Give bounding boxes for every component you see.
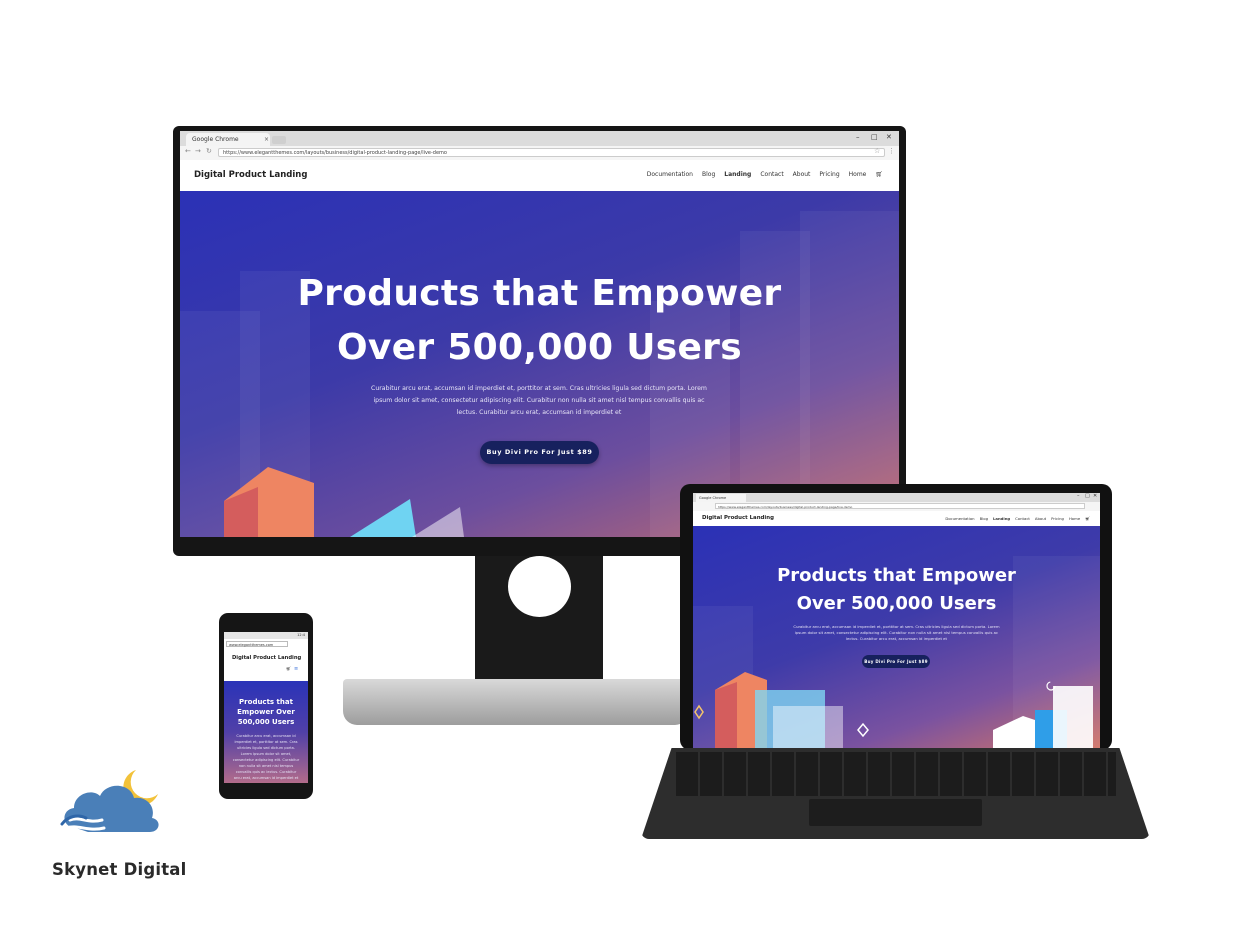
- brand-name: Skynet Digital: [52, 860, 187, 879]
- hero-title-line-2: Over 500,000 Users: [337, 327, 742, 368]
- phone-hero-body: Curabitur arcu erat, accumsan id imperdi…: [232, 734, 300, 780]
- tablet-nav-documentation[interactable]: Documentation: [945, 516, 974, 521]
- keyboard-keys: [676, 752, 1116, 796]
- site-header: Digital Product Landing Documentation Bl…: [180, 160, 899, 192]
- tablet-hero-title-line-2: Over 500,000 Users: [796, 593, 997, 614]
- nav-home[interactable]: Home: [849, 171, 867, 178]
- tablet-cart-icon[interactable]: 🛒︎: [1085, 516, 1090, 521]
- nav-landing[interactable]: Landing: [724, 171, 751, 178]
- phone-hero: Products that Empower Over 500,000 Users…: [224, 681, 308, 783]
- url-input[interactable]: https://www.elegantthemes.com/layouts/bu…: [218, 148, 885, 157]
- tablet-site-header: Digital Product Landing Documentation Bl…: [693, 511, 1100, 526]
- nav-contact[interactable]: Contact: [760, 171, 783, 178]
- phone-hero-title: Products that Empower Over 500,000 Users: [237, 698, 295, 726]
- tablet-hero-title-line-1: Products that Empower: [777, 565, 1016, 586]
- browser-tab[interactable]: Google Chrome ×: [186, 133, 270, 146]
- tablet-buy-divi-button[interactable]: Buy Divi Pro For Just $89: [862, 655, 930, 668]
- tablet-nav-pricing[interactable]: Pricing: [1051, 516, 1064, 521]
- cart-icon[interactable]: 🛒︎: [875, 171, 883, 178]
- site-logo[interactable]: Digital Product Landing: [194, 170, 307, 180]
- tablet-hero-title: Products that Empower Over 500,000 Users: [693, 562, 1100, 618]
- tablet-nav-blog[interactable]: Blog: [980, 516, 988, 521]
- phone-screen: 12:4 www.elegantthemes.com Digital Produ…: [224, 632, 308, 783]
- phone-site-logo[interactable]: Digital Product Landing: [232, 655, 301, 661]
- tablet-nav-home[interactable]: Home: [1069, 516, 1080, 521]
- maximize-icon[interactable]: □: [871, 133, 878, 141]
- minimize-icon[interactable]: –: [856, 133, 860, 141]
- menu-kebab-icon[interactable]: ⋮: [888, 147, 895, 155]
- site-nav: Documentation Blog Landing Contact About…: [647, 171, 883, 178]
- tablet-hero-body: Curabitur arcu erat, accumsan id imperdi…: [793, 624, 1000, 641]
- tablet-close-icon[interactable]: ✕: [1093, 493, 1097, 499]
- address-bar: ← → ↻ https://www.elegantthemes.com/layo…: [180, 146, 899, 161]
- phone-cart-icon[interactable]: 🛒︎: [286, 666, 291, 671]
- browser-tab-title: Google Chrome: [192, 136, 239, 143]
- tablet-hero: Products that Empower Over 500,000 Users…: [693, 526, 1100, 750]
- new-tab-button[interactable]: [272, 136, 286, 144]
- hero-title-line-1: Products that Empower: [297, 273, 782, 314]
- tablet-screen: Google Chrome – □ ✕ https://www.elegantt…: [693, 493, 1100, 750]
- tablet-nav-landing[interactable]: Landing: [993, 516, 1010, 521]
- tablet-browser-tab-bar: Google Chrome – □ ✕: [693, 493, 1100, 502]
- tablet-nav-about[interactable]: About: [1035, 516, 1046, 521]
- tablet-address-bar: https://www.elegantthemes.com/layouts/bu…: [693, 502, 1100, 511]
- bookmark-star-icon[interactable]: ☆: [874, 147, 880, 155]
- skynet-cloud-logo-icon: [60, 770, 159, 832]
- back-icon[interactable]: ←: [185, 147, 191, 155]
- keyboard-trackpad: [809, 799, 982, 826]
- window-close-icon[interactable]: ✕: [886, 133, 892, 141]
- nav-blog[interactable]: Blog: [702, 171, 715, 178]
- tablet-site-nav: Documentation Blog Landing Contact About…: [945, 516, 1090, 521]
- tablet-site-logo[interactable]: Digital Product Landing: [702, 515, 774, 521]
- tab-close-icon[interactable]: ×: [264, 133, 269, 146]
- tablet-minimize-icon[interactable]: –: [1077, 493, 1080, 499]
- phone-menu-icon[interactable]: ≡: [294, 666, 298, 672]
- buy-divi-button[interactable]: Buy Divi Pro For Just $89: [480, 441, 599, 464]
- browser-tab-bar: Google Chrome × – □ ✕: [180, 131, 899, 146]
- monitor-stand-base: [343, 679, 689, 725]
- nav-about[interactable]: About: [793, 171, 811, 178]
- phone-url-field[interactable]: www.elegantthemes.com: [226, 641, 288, 647]
- monitor-stand-cutout: [508, 556, 571, 617]
- tablet-nav-contact[interactable]: Contact: [1015, 516, 1030, 521]
- hero-title: Products that Empower Over 500,000 Users: [180, 267, 899, 375]
- tablet-url-input[interactable]: https://www.elegantthemes.com/layouts/bu…: [715, 503, 1085, 509]
- reload-icon[interactable]: ↻: [206, 147, 212, 155]
- nav-documentation[interactable]: Documentation: [647, 171, 693, 178]
- hero-body-text: Curabitur arcu erat, accumsan id imperdi…: [371, 385, 707, 416]
- forward-icon[interactable]: →: [195, 147, 201, 155]
- phone-status-bar: 12:4: [224, 632, 308, 639]
- nav-pricing[interactable]: Pricing: [819, 171, 839, 178]
- tablet-maximize-icon[interactable]: □: [1085, 493, 1090, 499]
- tablet-browser-tab[interactable]: Google Chrome: [696, 494, 746, 502]
- monitor-screen: Google Chrome × – □ ✕ ← → ↻ https://www.…: [180, 131, 899, 537]
